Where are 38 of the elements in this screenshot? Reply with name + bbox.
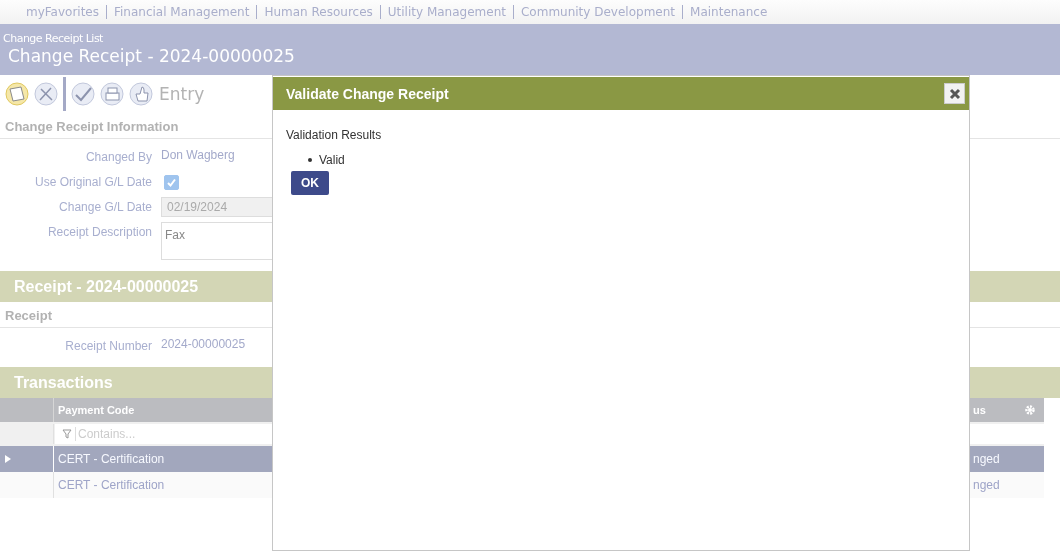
section-title: Receipt - 2024-00000025 bbox=[14, 277, 199, 296]
breadcrumb-link[interactable]: Change Receipt List bbox=[3, 32, 1060, 45]
table-cell: CERT - Certification bbox=[58, 452, 165, 466]
nav-link[interactable]: Maintenance bbox=[690, 5, 768, 19]
nav-link[interactable]: Community Development bbox=[520, 5, 676, 19]
filter-icon[interactable] bbox=[62, 429, 72, 439]
field-label: Receipt Description bbox=[46, 224, 152, 239]
page-title: Change Receipt - 2024-00000025 bbox=[8, 46, 296, 66]
field-label: Receipt Number bbox=[64, 338, 152, 353]
field-value: Don Wagberg bbox=[161, 147, 235, 162]
thumbs-up-icon[interactable] bbox=[128, 81, 154, 107]
checkmark-icon bbox=[165, 176, 178, 189]
note-icon[interactable] bbox=[4, 81, 30, 107]
nav-link[interactable]: Financial Management bbox=[114, 5, 250, 19]
row-pointer-icon[interactable] bbox=[5, 455, 11, 463]
dialog-title: Validate Change Receipt bbox=[286, 85, 449, 102]
ok-button[interactable]: OK bbox=[291, 171, 329, 195]
results-heading: Validation Results bbox=[286, 128, 383, 142]
table-cell: nged bbox=[973, 478, 1000, 492]
printer-icon[interactable] bbox=[99, 81, 125, 107]
column-header[interactable]: us bbox=[973, 404, 986, 416]
settings-icon[interactable] bbox=[1024, 404, 1036, 416]
field-label: Change G/L Date bbox=[58, 199, 152, 214]
nav-link[interactable]: Utility Management bbox=[387, 5, 506, 19]
field-value: 2024-00000025 bbox=[161, 336, 246, 351]
checkbox[interactable] bbox=[164, 175, 179, 190]
section-title: Transactions bbox=[14, 373, 113, 392]
table-cell: CERT - Certification bbox=[58, 478, 165, 492]
nav-link[interactable]: Human Resources bbox=[264, 5, 373, 19]
nav-link[interactable]: myFavorites bbox=[26, 5, 99, 19]
bullet-icon bbox=[308, 158, 312, 162]
result-text: Valid bbox=[319, 153, 345, 167]
status-label: Entry bbox=[159, 84, 205, 104]
table-cell: nged bbox=[973, 452, 1000, 466]
field-label: Changed By bbox=[84, 149, 152, 164]
field-label: Use Original G/L Date bbox=[34, 174, 152, 189]
check-icon[interactable] bbox=[70, 81, 96, 107]
column-header[interactable]: Payment Code bbox=[58, 404, 135, 416]
